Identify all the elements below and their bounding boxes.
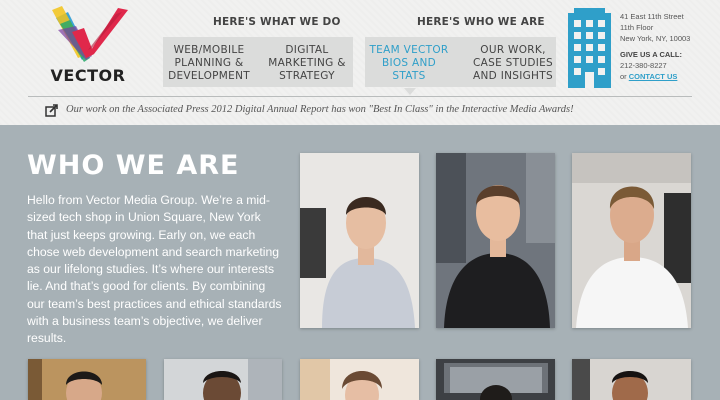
address-line-3: New York, NY, 10003 [620, 34, 691, 43]
team-photo-2[interactable] [436, 153, 555, 328]
share-icon [45, 104, 58, 117]
person-portrait-icon [436, 153, 555, 328]
site-header: VECTOR HERE'S WHAT WE DO WEB/MOBILE PLAN… [0, 0, 720, 125]
person-portrait-icon [28, 359, 146, 400]
address-line-2: 11th Floor [620, 23, 654, 32]
vector-v-logo-icon[interactable] [48, 2, 130, 66]
person-portrait-icon [300, 153, 419, 328]
person-portrait-icon [572, 153, 691, 328]
news-announcement[interactable]: Our work on the Associated Press 2012 Di… [66, 104, 574, 115]
address-line-1: 41 East 11th Street [620, 12, 684, 21]
nav-item-digital-marketing[interactable]: DIGITAL MARKETING & STRATEGY [264, 44, 350, 83]
active-nav-indicator [404, 88, 416, 95]
call-label: GIVE US A CALL: [620, 50, 682, 59]
team-photo-1[interactable] [300, 153, 419, 328]
building-icon [568, 8, 611, 88]
nav-item-team-vector[interactable]: TEAM VECTOR BIOS AND STATS [366, 44, 452, 83]
nav-item-web-mobile[interactable]: WEB/MOBILE PLANNING & DEVELOPMENT [166, 44, 252, 83]
team-photo-3[interactable] [572, 153, 691, 328]
team-photo-8[interactable] [572, 359, 691, 400]
contact-block: 41 East 11th Street 11th Floor New York,… [620, 11, 690, 82]
team-photo-4[interactable] [28, 359, 146, 400]
person-portrait-icon [436, 359, 555, 400]
person-portrait-icon [300, 359, 419, 400]
contact-us-link[interactable]: CONTACT US [629, 72, 678, 81]
nav-item-our-work[interactable]: OUR WORK, CASE STUDIES AND INSIGHTS [468, 44, 558, 83]
team-photo-6[interactable] [300, 359, 419, 400]
page-title: WHO WE ARE [27, 150, 240, 181]
header-divider [28, 96, 692, 97]
team-photo-5[interactable] [164, 359, 282, 400]
or-text: or [620, 72, 627, 81]
nav-group-what-we-do-title: HERE'S WHAT WE DO [213, 16, 341, 28]
person-portrait-icon [572, 359, 691, 400]
nav-group-who-we-are-title: HERE'S WHO WE ARE [417, 16, 545, 28]
brand-name[interactable]: VECTOR [50, 66, 126, 85]
person-portrait-icon [164, 359, 282, 400]
phone-number[interactable]: 212-380-8227 [620, 60, 690, 71]
team-photo-7[interactable] [436, 359, 555, 400]
intro-paragraph: Hello from Vector Media Group. We’re a m… [27, 193, 282, 346]
